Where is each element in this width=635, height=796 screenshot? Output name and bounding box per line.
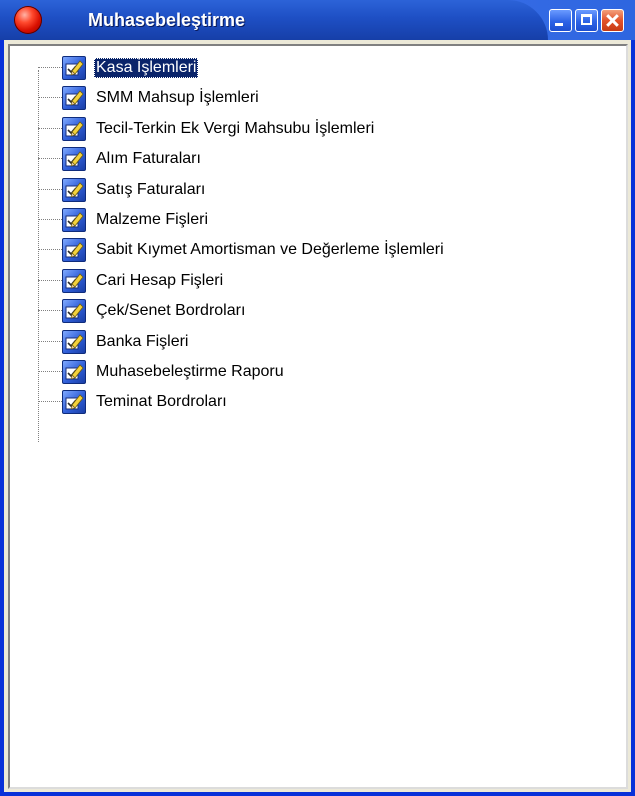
tree-item-label[interactable]: Muhasebeleştirme Raporu: [94, 362, 286, 382]
tree-item[interactable]: Kasa İşlemleri: [38, 56, 598, 84]
window-frame-bottom: [0, 792, 635, 796]
tree-branch-line: [38, 310, 62, 311]
tree-branch-line: [38, 189, 62, 190]
window-title: Muhasebeleştirme: [88, 10, 246, 30]
tree-branch-line: [38, 401, 62, 402]
window-frame-left: [0, 40, 4, 796]
tree-item-label[interactable]: Kasa İşlemleri: [94, 58, 199, 78]
pencil-checkbox-icon: [62, 86, 86, 110]
tree-view[interactable]: Kasa İşlemleri SMM Mahsup İşlemleri Tecil-…: [8, 44, 628, 789]
title-bar-tab: [0, 0, 548, 40]
pencil-checkbox-icon: [62, 178, 86, 202]
pencil-checkbox-icon: [62, 330, 86, 354]
pencil-checkbox-icon: [62, 238, 86, 262]
tree-item[interactable]: Tecil-Terkin Ek Vergi Mahsubu İşlemleri: [38, 117, 598, 145]
tree-branch-line: [38, 128, 62, 129]
tree-item-label[interactable]: Teminat Bordroları: [94, 392, 229, 412]
pencil-checkbox-icon: [62, 390, 86, 414]
tree-branch-line: [38, 371, 62, 372]
pencil-checkbox-icon: [62, 208, 86, 232]
tree-branch-line: [38, 341, 62, 342]
tree-item-label[interactable]: Malzeme Fişleri: [94, 210, 210, 230]
tree-item-label[interactable]: Tecil-Terkin Ek Vergi Mahsubu İşlemleri: [94, 119, 376, 139]
tree-branch-line: [38, 249, 62, 250]
pencil-checkbox-icon: [62, 360, 86, 384]
tree-item-label[interactable]: Satış Faturaları: [94, 180, 207, 200]
maximize-button[interactable]: [575, 9, 598, 32]
tree-item[interactable]: Sabit Kıymet Amortisman ve Değerleme İşl…: [38, 238, 598, 266]
tree-item[interactable]: Banka Fişleri: [38, 330, 598, 358]
minimize-icon: [555, 23, 563, 26]
window-frame-right: [631, 40, 635, 796]
minimize-button[interactable]: [549, 9, 572, 32]
pencil-checkbox-icon: [62, 269, 86, 293]
pencil-checkbox-icon: [62, 147, 86, 171]
app-record-icon[interactable]: [14, 6, 42, 34]
tree-branch-line: [38, 97, 62, 98]
tree-branch-line: [38, 158, 62, 159]
pencil-checkbox-icon: [62, 117, 86, 141]
tree-branch-line: [38, 280, 62, 281]
pencil-checkbox-icon: [62, 56, 86, 80]
tree-item[interactable]: Satış Faturaları: [38, 178, 598, 206]
tree-item-label[interactable]: Çek/Senet Bordroları: [94, 301, 247, 321]
tree-item-label[interactable]: Sabit Kıymet Amortisman ve Değerleme İşl…: [94, 240, 446, 260]
title-bar[interactable]: Muhasebeleştirme: [0, 0, 635, 40]
maximize-icon: [581, 14, 592, 25]
tree-item-label[interactable]: Cari Hesap Fişleri: [94, 271, 225, 291]
tree-item[interactable]: SMM Mahsup İşlemleri: [38, 86, 598, 114]
tree-branch-line: [38, 219, 62, 220]
close-icon: [602, 10, 623, 31]
close-button[interactable]: [601, 9, 624, 32]
tree-item-label[interactable]: Alım Faturaları: [94, 149, 203, 169]
tree-branch-line: [38, 67, 62, 68]
pencil-checkbox-icon: [62, 299, 86, 323]
tree-item-label[interactable]: Banka Fişleri: [94, 332, 190, 352]
tree-item[interactable]: Muhasebeleştirme Raporu: [38, 360, 598, 388]
tree-item[interactable]: Alım Faturaları: [38, 147, 598, 175]
tree-item[interactable]: Teminat Bordroları: [38, 390, 598, 418]
tree-item[interactable]: Cari Hesap Fişleri: [38, 269, 598, 297]
tree-item[interactable]: Malzeme Fişleri: [38, 208, 598, 236]
tree-item[interactable]: Çek/Senet Bordroları: [38, 299, 598, 327]
muhasebelestirme-window: Muhasebeleştirme Kasa İşlemleri SMM Mahsu…: [0, 0, 635, 796]
tree-item-label[interactable]: SMM Mahsup İşlemleri: [94, 88, 261, 108]
